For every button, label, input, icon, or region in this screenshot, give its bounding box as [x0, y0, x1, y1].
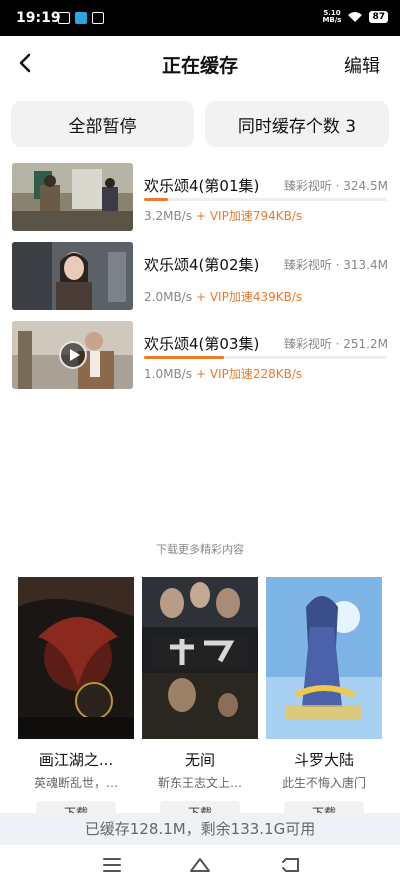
download-speed: 1.0MB/s — [144, 367, 192, 381]
action-row: 全部暂停 同时缓存个数 3 — [11, 101, 389, 147]
status-time: 19:19 — [16, 10, 61, 26]
speed-line: 2.0MB/s + VIP加速439KB/s — [144, 288, 302, 305]
recommend-section-title: 下载更多精彩内容 — [156, 543, 244, 556]
edit-button[interactable]: 编辑 — [344, 52, 380, 78]
recommend-card-2[interactable]: 无间 靳东王志文上… 下载 — [142, 577, 258, 825]
gallery-app-icon — [92, 12, 104, 24]
download-item-1[interactable]: 欢乐颂4(第01集) 臻彩视听 · 324.5M 3.2MB/s + VIP加速7… — [12, 163, 388, 231]
download-item-3[interactable]: 欢乐颂4(第03集) 臻彩视听 · 251.2M 1.0MB/s + VIP加速2… — [12, 321, 388, 389]
system-nav-bar — [0, 845, 400, 888]
speed-line: 1.0MB/s + VIP加速228KB/s — [144, 365, 302, 382]
recommend-desc: 此生不悔入唐门 — [281, 776, 366, 790]
task-size: 313.4M — [343, 258, 388, 272]
status-bar: 19:19 5.10 MB/s 87 — [0, 0, 400, 36]
download-speed: 3.2MB/s — [144, 209, 192, 223]
poster-image — [18, 577, 134, 739]
video-thumbnail — [12, 321, 133, 389]
task-meta: 臻彩视听 · 313.4M — [283, 258, 388, 272]
play-icon[interactable] — [59, 341, 87, 369]
pause-all-button[interactable]: 全部暂停 — [11, 101, 194, 147]
task-title: 欢乐颂4(第03集) — [144, 335, 260, 353]
vip-speed-boost[interactable]: + VIP加速439KB/s — [196, 290, 302, 304]
video-app-icon — [58, 12, 70, 24]
download-speed: 2.0MB/s — [144, 290, 192, 304]
download-item-2[interactable]: 欢乐颂4(第02集) 臻彩视听 · 313.4M 2.0MB/s + VIP加速4… — [12, 242, 388, 310]
task-title: 欢乐颂4(第01集) — [144, 177, 260, 195]
task-source: 臻彩视听 — [283, 337, 332, 351]
status-app-icons — [58, 12, 104, 24]
task-meta: 臻彩视听 · 324.5M — [283, 179, 388, 193]
task-title: 欢乐颂4(第02集) — [144, 256, 260, 274]
back-icon[interactable] — [278, 853, 302, 877]
storage-summary: 已缓存128.1M，剩余133.1G可用 — [0, 813, 400, 845]
status-right: 5.10 MB/s 87 — [322, 10, 388, 24]
video-thumbnail — [12, 163, 133, 231]
recommend-card-1[interactable]: 画江湖之... 英魂断乱世，… 下载 — [18, 577, 134, 825]
task-source: 臻彩视听 — [283, 258, 332, 272]
download-progress-fill — [144, 198, 169, 201]
nav-bar: 正在缓存 编辑 — [0, 36, 400, 90]
menu-icon[interactable] — [100, 853, 124, 877]
task-source: 臻彩视听 — [283, 179, 332, 193]
recommend-name: 无间 — [184, 751, 215, 769]
recommend-desc: 靳东王志文上… — [157, 776, 242, 790]
task-meta: 臻彩视听 · 251.2M — [283, 337, 388, 351]
battery-indicator: 87 — [369, 11, 388, 23]
video-thumbnail — [12, 242, 133, 310]
page-title: 正在缓存 — [161, 55, 238, 77]
task-size: 251.2M — [343, 337, 388, 351]
wifi-icon — [348, 12, 363, 22]
task-size: 324.5M — [343, 179, 388, 193]
download-progress-bar — [144, 198, 387, 201]
vip-speed-boost[interactable]: + VIP加速228KB/s — [196, 367, 302, 381]
recommend-name: 画江湖之... — [38, 751, 114, 769]
download-progress-fill — [144, 356, 225, 359]
concurrent-count-button[interactable]: 同时缓存个数 3 — [205, 101, 389, 147]
recommend-desc: 英魂断乱世，… — [33, 776, 118, 790]
browser-app-icon — [75, 12, 87, 24]
poster-image — [142, 577, 258, 739]
speed-line: 3.2MB/s + VIP加速794KB/s — [144, 207, 302, 224]
vip-speed-boost[interactable]: + VIP加速794KB/s — [196, 209, 302, 223]
download-progress-bar — [144, 356, 387, 359]
recommend-name: 斗罗大陆 — [293, 751, 354, 769]
recommend-card-3[interactable]: 斗罗大陆 此生不悔入唐门 下载 — [266, 577, 382, 825]
poster-image — [266, 577, 382, 739]
home-icon[interactable] — [188, 853, 212, 877]
network-speed: 5.10 MB/s — [322, 9, 342, 24]
